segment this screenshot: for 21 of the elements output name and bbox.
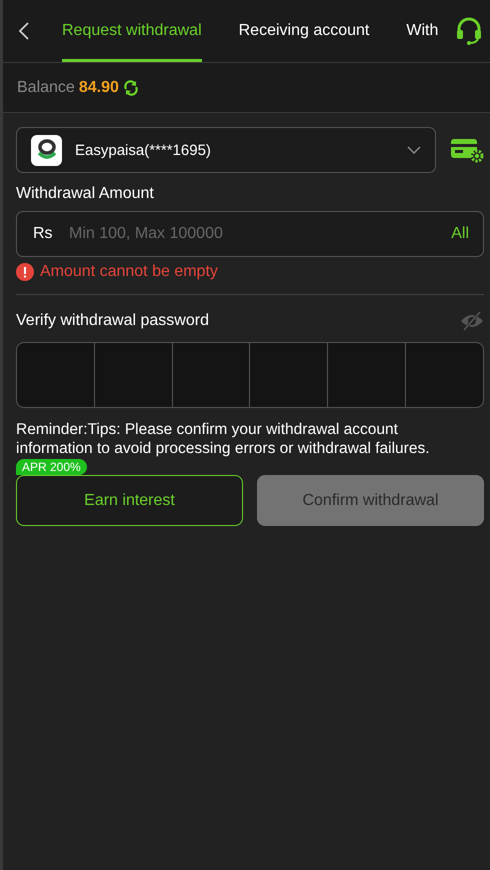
earn-interest-button[interactable]: Earn interest	[16, 475, 243, 526]
card-settings-icon[interactable]	[450, 137, 484, 163]
field-label: Verify withdrawal password	[16, 312, 209, 330]
reminder-text: Reminder:Tips: Please confirm your withdrawal account information to avoid processing errors or withdrawal failures.	[16, 420, 431, 458]
amount-field[interactable]: Rs Min 100, Max 100000 All	[16, 211, 484, 257]
refresh-icon[interactable]	[122, 80, 139, 96]
all-button[interactable]: All	[451, 225, 469, 243]
account-dropdown[interactable]: Easypaisa(****1695)	[16, 127, 436, 173]
tab[interactable]: With	[406, 0, 438, 62]
wallet-logo-icon	[31, 134, 62, 166]
field-label: Withdrawal Amount	[16, 185, 155, 203]
error-icon	[16, 263, 34, 281]
headset-icon[interactable]	[454, 16, 484, 46]
balance-label: Balance	[17, 78, 75, 96]
apr-badge: APR 200%	[16, 459, 87, 475]
tab[interactable]: Receiving account	[238, 0, 370, 62]
error-message: Amount cannot be empty	[40, 263, 218, 281]
chevron-left-icon[interactable]	[17, 21, 31, 41]
chevron-down-icon	[407, 146, 421, 154]
password-field[interactable]	[16, 342, 484, 408]
balance-amount: 84.90	[78, 78, 119, 96]
